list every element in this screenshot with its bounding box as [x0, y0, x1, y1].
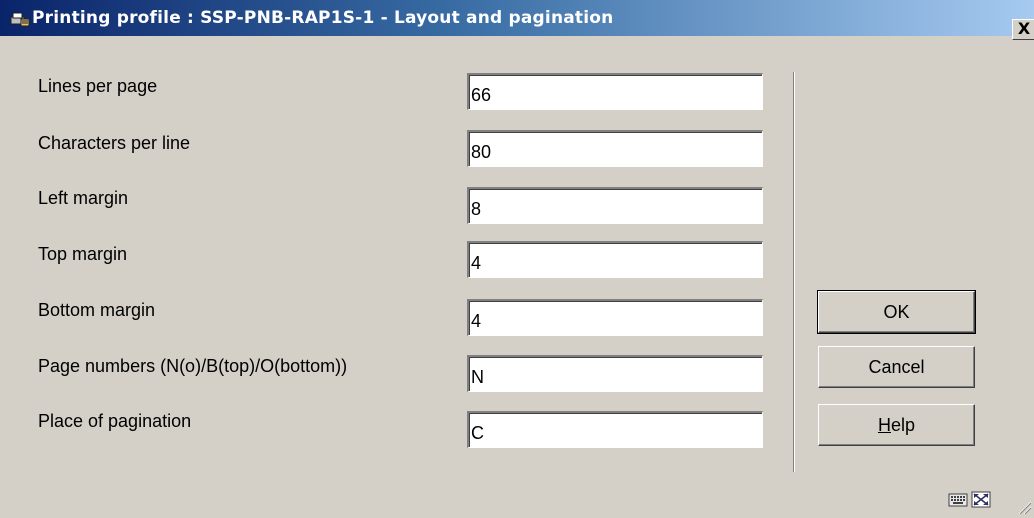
characters-per-line-label: Characters per line — [38, 133, 191, 153]
maximize-icon[interactable] — [971, 491, 991, 508]
place-of-pagination-label: Place of pagination — [38, 411, 192, 431]
title-bar: Printing profile : SSP-PNB-RAP1S-1 - Lay… — [0, 0, 1034, 36]
keyboard-icon[interactable] — [948, 491, 968, 508]
help-button[interactable]: Help — [818, 404, 975, 446]
left-margin-input[interactable] — [467, 187, 763, 224]
left-margin-label: Left margin — [38, 188, 129, 208]
resize-grip-icon[interactable] — [1016, 499, 1032, 515]
ok-button[interactable]: OK — [817, 290, 976, 334]
lines-per-page-input[interactable] — [467, 73, 763, 110]
page-numbers-input[interactable] — [467, 355, 763, 392]
bottom-margin-label: Bottom margin — [38, 300, 156, 320]
printer-profile-icon — [10, 12, 30, 27]
place-of-pagination-input[interactable] — [467, 411, 763, 448]
window-title: Printing profile : SSP-PNB-RAP1S-1 - Lay… — [32, 8, 614, 28]
vertical-divider — [793, 72, 795, 472]
bottom-margin-input[interactable] — [467, 299, 763, 336]
top-margin-input[interactable] — [467, 241, 763, 278]
help-mnemonic: H — [877, 415, 891, 435]
top-margin-label: Top margin — [38, 244, 128, 264]
characters-per-line-input[interactable] — [467, 130, 763, 167]
lines-per-page-label: Lines per page — [38, 76, 158, 96]
close-button[interactable]: X — [1012, 19, 1034, 40]
help-label-rest: elp — [890, 415, 916, 435]
page-numbers-label: Page numbers (N(o)/B(top)/O(bottom)) — [38, 356, 348, 376]
cancel-button[interactable]: Cancel — [818, 346, 975, 388]
